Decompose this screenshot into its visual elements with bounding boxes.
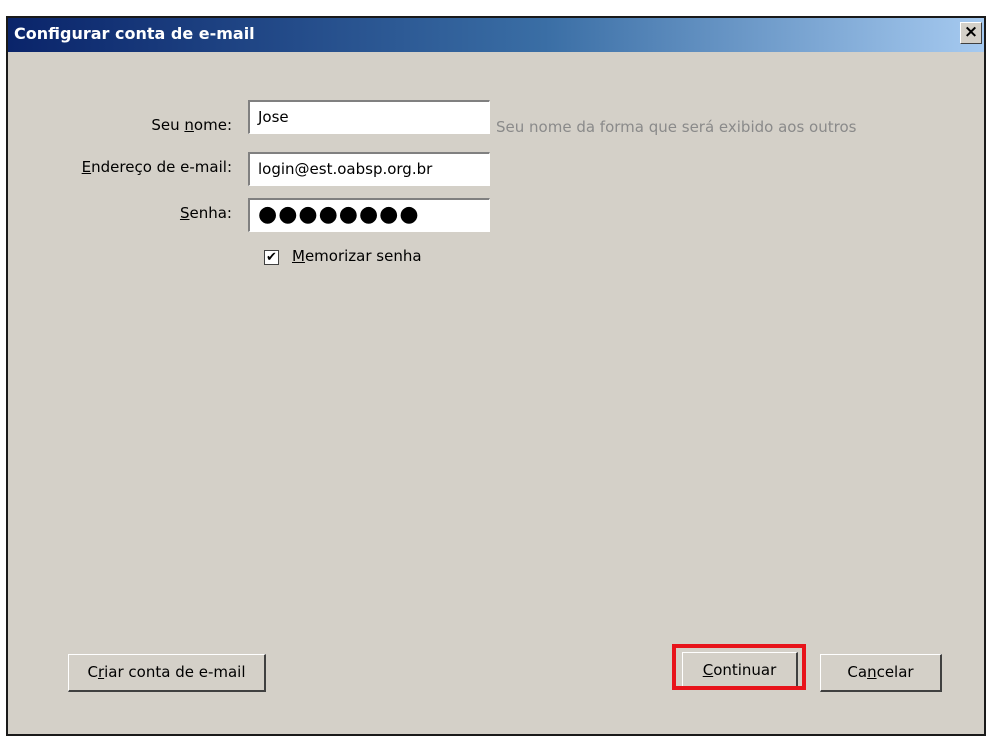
name-input[interactable]: Jose [248,100,490,134]
dialog-titlebar[interactable]: Configurar conta de e-mail × [8,18,984,52]
name-hint: Seu nome da forma que será exibido aos o… [496,118,857,136]
dialog-title: Configurar conta de e-mail [14,24,255,43]
password-label-rest: enha: [189,204,233,222]
email-label-rest: ndereço de e-mail: [91,158,232,176]
name-label-accesskey: n [184,116,194,134]
password-input[interactable]: ●●●●●●●● [248,198,490,232]
create-account-button[interactable]: Criar conta de e-mail [68,654,266,692]
email-label-accesskey: E [81,158,92,176]
cancel-label-rest: celar [876,663,914,681]
close-icon[interactable]: × [960,22,982,44]
email-input[interactable]: login@est.oabsp.org.br [248,152,490,186]
remember-accesskey: M [292,247,305,265]
name-label-rest: ome: [193,116,232,134]
create-account-label-rest: iar conta de e-mail [104,663,246,681]
email-label: Endereço de e-mail: [82,158,232,176]
cancel-label-part: Ca [847,663,868,681]
password-label: Senha: [180,204,232,222]
name-label-part: Seu [151,116,185,134]
create-account-label-part: C [87,663,98,681]
cancel-accesskey: n [867,663,877,681]
cancel-button[interactable]: Cancelar [820,654,942,692]
remember-password-label[interactable]: Memorizar senha [292,247,422,265]
remember-password-checkbox[interactable]: ✔ [264,250,279,265]
remember-label-rest: emorizar senha [304,247,422,265]
continue-highlight-box [672,644,806,690]
password-label-accesskey: S [179,204,190,222]
name-label: Seu nome: [151,116,232,134]
account-setup-dialog: Configurar conta de e-mail × Seu nome: J… [6,16,986,736]
